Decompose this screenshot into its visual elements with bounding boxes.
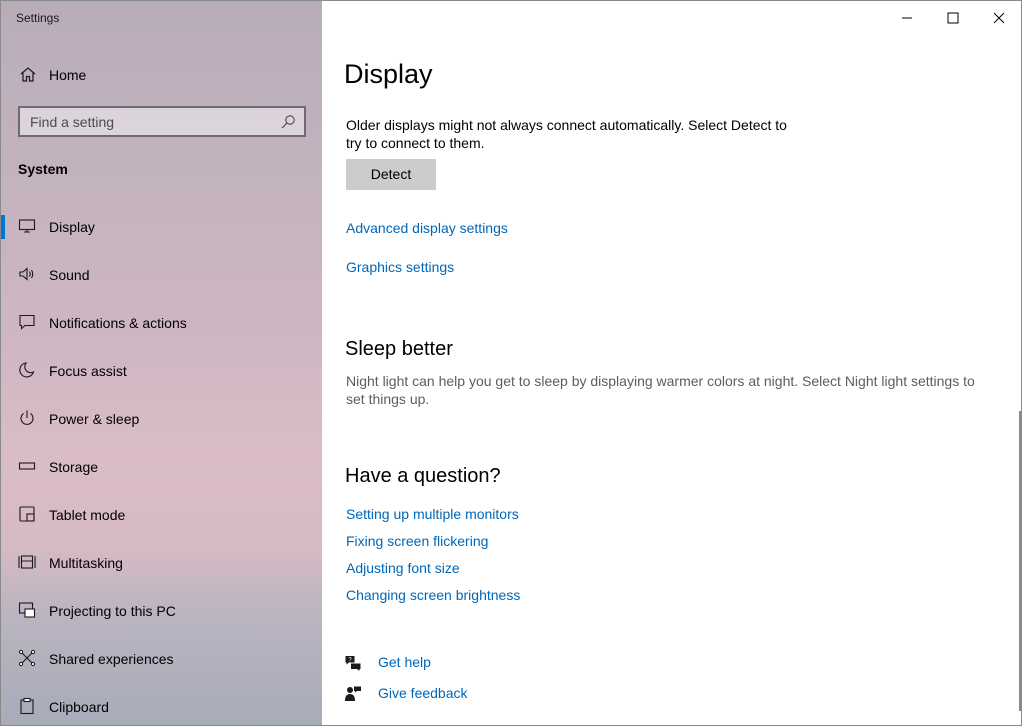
sidebar-item-power-sleep[interactable]: Power & sleep xyxy=(1,395,322,443)
projecting-icon xyxy=(18,601,36,619)
sidebar-item-focus-assist[interactable]: Focus assist xyxy=(1,347,322,395)
minimize-button[interactable] xyxy=(884,1,930,35)
sidebar: Settings Home Find a setting System Disp… xyxy=(1,1,322,725)
search-input[interactable]: Find a setting xyxy=(18,106,306,137)
multitasking-icon xyxy=(18,553,36,571)
sidebar-item-label: Clipboard xyxy=(49,699,109,715)
sidebar-item-label: Sound xyxy=(49,267,90,283)
section-title: System xyxy=(18,161,68,177)
give-feedback-row[interactable]: Give feedback xyxy=(344,683,644,705)
have-a-question-heading: Have a question? xyxy=(345,465,501,487)
sidebar-item-label: Projecting to this PC xyxy=(49,603,176,619)
sleep-better-heading: Sleep better xyxy=(345,338,453,360)
clipboard-icon xyxy=(18,697,36,715)
scrollbar[interactable] xyxy=(1019,411,1021,711)
sidebar-item-notifications[interactable]: Notifications & actions xyxy=(1,299,322,347)
sidebar-item-label: Notifications & actions xyxy=(49,315,187,331)
graphics-settings-link[interactable]: Graphics settings xyxy=(346,259,454,275)
sidebar-item-projecting[interactable]: Projecting to this PC xyxy=(1,587,322,635)
get-help-link[interactable]: Get help xyxy=(378,654,431,670)
sidebar-item-label: Tablet mode xyxy=(49,507,126,523)
moon-icon xyxy=(18,361,36,379)
sidebar-item-tablet-mode[interactable]: Tablet mode xyxy=(1,491,322,539)
maximize-button[interactable] xyxy=(930,1,976,35)
selection-indicator xyxy=(1,215,5,239)
sidebar-item-clipboard[interactable]: Clipboard xyxy=(1,683,322,725)
help-link-screen-flickering[interactable]: Fixing screen flickering xyxy=(346,533,488,549)
sidebar-item-label: Storage xyxy=(49,459,99,475)
close-icon xyxy=(993,12,1005,24)
power-icon xyxy=(18,409,36,427)
sidebar-item-shared-experiences[interactable]: Shared experiences xyxy=(1,635,322,683)
get-help-icon: ? xyxy=(344,654,362,672)
monitor-icon xyxy=(18,217,36,235)
sidebar-item-storage[interactable]: Storage xyxy=(1,443,322,491)
give-feedback-icon xyxy=(344,685,362,703)
detect-description: Older displays might not always connect … xyxy=(346,117,787,151)
give-feedback-link[interactable]: Give feedback xyxy=(378,685,468,701)
sidebar-item-sound[interactable]: Sound xyxy=(1,251,322,299)
speaker-icon xyxy=(18,265,36,283)
message-icon xyxy=(18,313,36,331)
sidebar-item-display[interactable]: Display xyxy=(1,203,322,251)
search-placeholder: Find a setting xyxy=(30,114,115,130)
sidebar-item-multitasking[interactable]: Multitasking xyxy=(1,539,322,587)
search-icon[interactable] xyxy=(280,114,296,130)
minimize-icon xyxy=(902,17,912,19)
get-help-row[interactable]: ? Get help xyxy=(344,652,644,674)
help-link-multiple-monitors[interactable]: Setting up multiple monitors xyxy=(346,506,519,522)
help-link-screen-brightness[interactable]: Changing screen brightness xyxy=(346,587,520,603)
maximize-icon xyxy=(947,12,959,24)
sidebar-item-label: Power & sleep xyxy=(49,411,140,427)
sidebar-home[interactable]: Home xyxy=(1,61,322,89)
page-title: Display xyxy=(344,59,433,89)
advanced-display-settings-link[interactable]: Advanced display settings xyxy=(346,220,508,236)
sidebar-home-label: Home xyxy=(49,67,87,83)
shared-icon xyxy=(18,649,36,667)
close-button[interactable] xyxy=(976,1,1021,35)
sidebar-item-label: Multitasking xyxy=(49,555,123,571)
detect-button[interactable]: Detect xyxy=(346,159,436,190)
sidebar-item-label: Display xyxy=(49,219,95,235)
main-content: Display Older displays might not always … xyxy=(322,1,1021,725)
sleep-better-text: Night light can help you get to sleep by… xyxy=(346,373,975,407)
sidebar-item-label: Shared experiences xyxy=(49,651,174,667)
settings-window: Settings Home Find a setting System Disp… xyxy=(0,0,1022,726)
app-title: Settings xyxy=(16,11,60,25)
sidebar-item-label: Focus assist xyxy=(49,363,127,379)
help-link-font-size[interactable]: Adjusting font size xyxy=(346,560,460,576)
home-icon xyxy=(19,66,37,84)
sidebar-nav: Display Sound Notifications & actions Fo… xyxy=(1,203,322,725)
storage-icon xyxy=(18,457,36,475)
tablet-icon xyxy=(18,505,36,523)
